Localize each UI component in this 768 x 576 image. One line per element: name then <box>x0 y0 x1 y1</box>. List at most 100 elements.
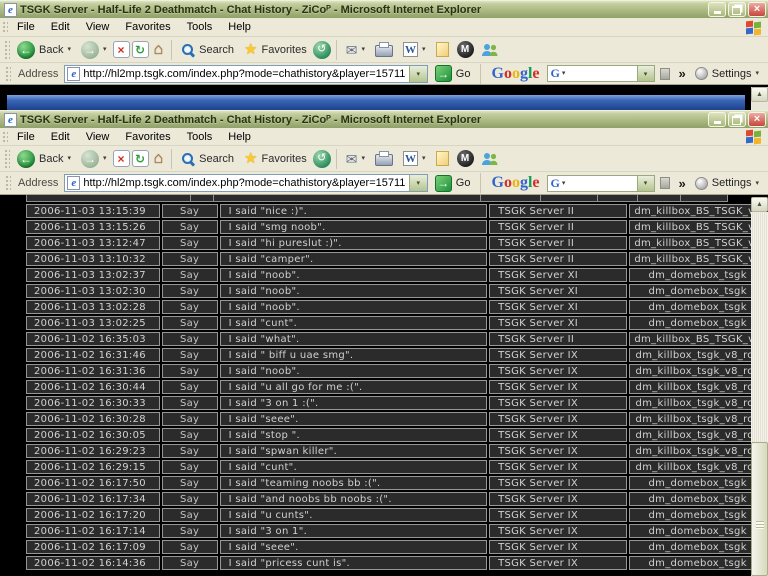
mail-icon: ✉ <box>346 152 358 166</box>
print-button[interactable] <box>375 45 393 57</box>
back-dropdown-icon[interactable]: ▾ <box>67 46 71 53</box>
address-dropdown-button[interactable]: ▾ <box>409 66 427 82</box>
menu-file[interactable]: File <box>9 18 43 36</box>
close-button[interactable]: × <box>748 2 766 17</box>
settings-button[interactable]: Settings ▾ <box>693 67 765 80</box>
history-button[interactable]: ↺ <box>313 41 331 59</box>
minimize-button[interactable] <box>708 2 726 17</box>
refresh-button[interactable]: ↻ <box>132 150 149 167</box>
forward-button[interactable]: → ▾ <box>77 149 111 169</box>
back-button[interactable]: ← Back ▾ <box>13 149 75 169</box>
forward-dropdown-icon[interactable]: ▾ <box>103 155 107 162</box>
google-search-box[interactable]: G ▾ ▾ <box>547 65 655 82</box>
cell-map: dm_killbox_BS_TSGK_v3 <box>629 220 766 234</box>
discuss-button[interactable] <box>436 42 449 57</box>
window-title: TSGK Server - Half-Life 2 Deathmatch - C… <box>20 4 705 16</box>
search-button[interactable]: Search <box>177 151 238 167</box>
home-button[interactable]: ⌂ <box>151 151 167 167</box>
menu-edit[interactable]: Edit <box>43 128 78 146</box>
mail-dropdown-icon[interactable]: ▾ <box>361 46 365 53</box>
refresh-button[interactable]: ↻ <box>132 41 149 58</box>
titlebar[interactable]: e TSGK Server - Half-Life 2 Deathmatch -… <box>0 110 768 128</box>
scroll-up-button[interactable]: ▲ <box>751 87 768 102</box>
forward-dropdown-icon[interactable]: ▾ <box>103 46 107 53</box>
address-dropdown-button[interactable]: ▾ <box>409 175 427 191</box>
stop-button[interactable]: × <box>113 150 130 167</box>
google-search-box[interactable]: G ▾ ▾ <box>547 175 655 192</box>
menu-help[interactable]: Help <box>220 128 259 146</box>
cell-timestamp: 2006-11-03 13:15:39 <box>26 204 160 218</box>
mail-dropdown-icon[interactable]: ▾ <box>361 155 365 162</box>
address-field[interactable]: e ▾ <box>64 65 427 83</box>
ie-e-glyph: e <box>8 115 13 125</box>
address-field[interactable]: e ▾ <box>64 174 427 192</box>
menu-favorites[interactable]: Favorites <box>117 18 178 36</box>
history-button[interactable]: ↺ <box>313 150 331 168</box>
toolbar-grip[interactable] <box>3 39 10 60</box>
stop-button[interactable]: × <box>113 41 130 58</box>
google-mini-icon[interactable] <box>660 68 670 80</box>
vertical-scrollbar[interactable]: ▲ <box>751 197 768 576</box>
toolbar-overflow-chevron[interactable]: » <box>675 176 690 191</box>
table-row: 2006-11-02 16:30:44 Say I said "u all go… <box>26 380 766 394</box>
edit-word-button[interactable]: W ▾ <box>399 41 430 58</box>
cell-timestamp: 2006-11-02 16:17:20 <box>26 508 160 522</box>
menu-file[interactable]: File <box>9 128 43 146</box>
messenger-button[interactable] <box>481 42 499 58</box>
cell-message: I said "cunt". <box>220 316 487 330</box>
restore-button[interactable] <box>728 2 746 17</box>
media-button[interactable]: M <box>457 150 474 167</box>
mail-button[interactable]: ✉ ▾ <box>342 42 369 58</box>
menu-tools[interactable]: Tools <box>179 18 221 36</box>
print-button[interactable] <box>375 154 393 166</box>
menu-edit[interactable]: Edit <box>43 18 78 36</box>
back-dropdown-icon[interactable]: ▾ <box>67 155 71 162</box>
cell-map: dm_killbox_tsgk_v8_rc3 <box>629 444 766 458</box>
cell-message: I said "what". <box>220 332 487 346</box>
favorites-button[interactable]: ★ Favorites <box>240 151 311 167</box>
close-button[interactable]: × <box>748 112 766 127</box>
scrollbar-thumb[interactable] <box>751 442 768 576</box>
address-input[interactable] <box>83 176 405 190</box>
address-input[interactable] <box>83 67 405 81</box>
home-button[interactable]: ⌂ <box>151 42 167 58</box>
word-dropdown-icon[interactable]: ▾ <box>422 155 426 162</box>
go-arrow-icon: → <box>435 175 452 192</box>
favorites-button[interactable]: ★ Favorites <box>240 42 311 58</box>
google-mini-icon[interactable] <box>660 177 670 189</box>
search-label: Search <box>199 44 234 56</box>
back-button[interactable]: ← Back ▾ <box>13 40 75 60</box>
scrollbar-fragment[interactable]: ▲ <box>751 87 768 110</box>
search-button[interactable]: Search <box>177 42 238 58</box>
google-searchbox-dropdown[interactable]: ▾ <box>637 66 654 81</box>
menu-view[interactable]: View <box>78 18 118 36</box>
google-g-dropdown-icon[interactable]: ▾ <box>562 180 566 187</box>
messenger-button[interactable] <box>481 151 499 167</box>
media-button[interactable]: M <box>457 41 474 58</box>
google-searchbox-dropdown[interactable]: ▾ <box>637 176 654 191</box>
scroll-up-button[interactable]: ▲ <box>751 197 768 212</box>
addressbar-grip[interactable] <box>4 65 11 82</box>
titlebar[interactable]: e TSGK Server - Half-Life 2 Deathmatch -… <box>0 0 768 18</box>
discuss-button[interactable] <box>436 151 449 166</box>
edit-word-button[interactable]: W ▾ <box>399 150 430 167</box>
addressbar-grip[interactable] <box>4 174 11 192</box>
cell-server: TSGK Server II <box>489 220 627 234</box>
toolbar-grip[interactable] <box>3 148 10 169</box>
go-button[interactable]: → Go <box>431 65 475 82</box>
google-g-dropdown-icon[interactable]: ▾ <box>562 70 566 77</box>
word-dropdown-icon[interactable]: ▾ <box>422 46 426 53</box>
mail-button[interactable]: ✉ ▾ <box>342 151 369 167</box>
menubar-grip[interactable] <box>1 20 8 34</box>
restore-button[interactable] <box>728 112 746 127</box>
minimize-button[interactable] <box>708 112 726 127</box>
menu-help[interactable]: Help <box>220 18 259 36</box>
menu-favorites[interactable]: Favorites <box>117 128 178 146</box>
menu-tools[interactable]: Tools <box>179 128 221 146</box>
menubar-grip[interactable] <box>1 130 8 143</box>
toolbar-overflow-chevron[interactable]: » <box>675 66 690 81</box>
settings-button[interactable]: Settings ▾ <box>693 177 765 190</box>
menu-view[interactable]: View <box>78 128 118 146</box>
go-button[interactable]: → Go <box>431 175 475 192</box>
forward-button[interactable]: → ▾ <box>77 40 111 60</box>
